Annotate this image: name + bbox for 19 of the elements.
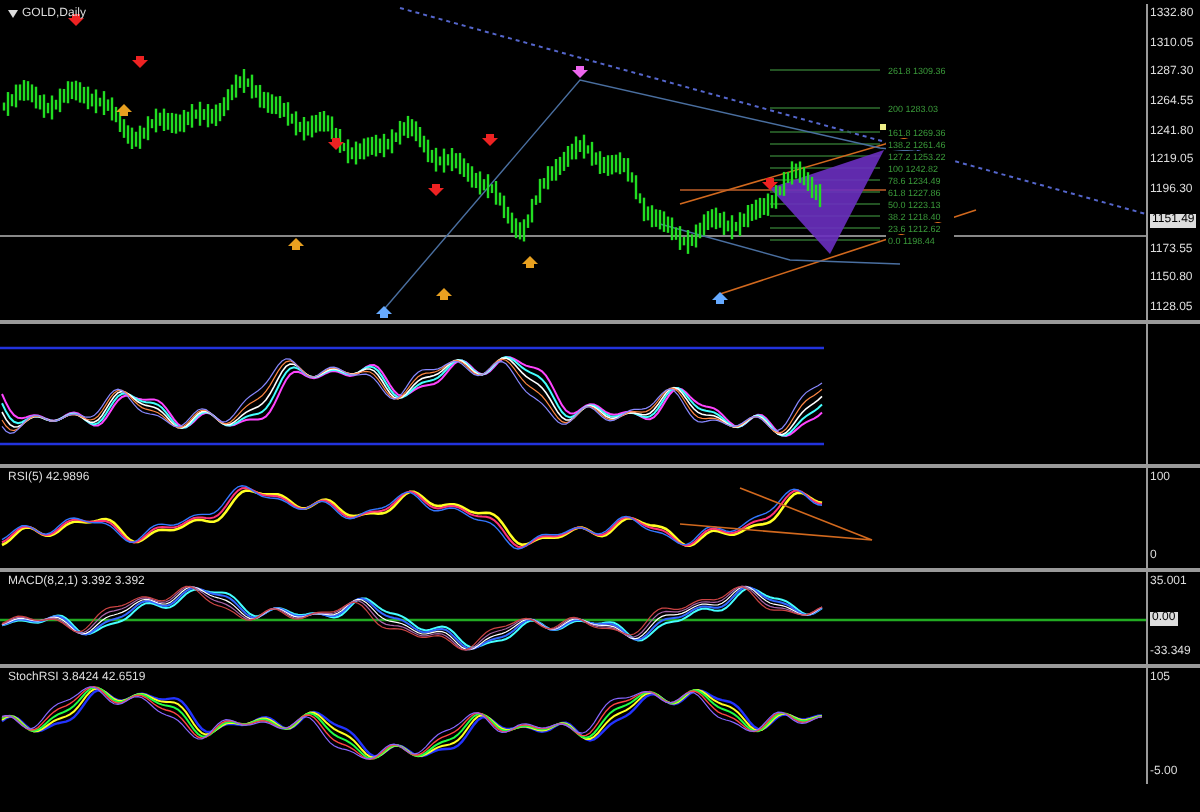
up-arrow-icon [436, 288, 452, 300]
down-arrow-icon [328, 138, 344, 150]
up-arrow-icon [712, 292, 728, 304]
down-arrow-icon [572, 66, 588, 78]
down-arrow-icon [132, 56, 148, 68]
down-arrow-icon [428, 184, 444, 196]
pattern-triangle [770, 150, 884, 254]
fib-level-line [769, 107, 881, 109]
fib-level-line [769, 143, 881, 145]
up-arrow-icon [288, 238, 304, 250]
triangle-icon [8, 10, 18, 18]
up-arrow-icon [376, 306, 392, 318]
up-arrow-icon [522, 256, 538, 268]
down-arrow-icon [762, 178, 778, 190]
down-arrow-icon [482, 134, 498, 146]
up-arrow-icon [116, 104, 132, 116]
fib-level-line [769, 69, 881, 71]
fib-level-line [769, 131, 881, 133]
point-marker [880, 124, 886, 130]
